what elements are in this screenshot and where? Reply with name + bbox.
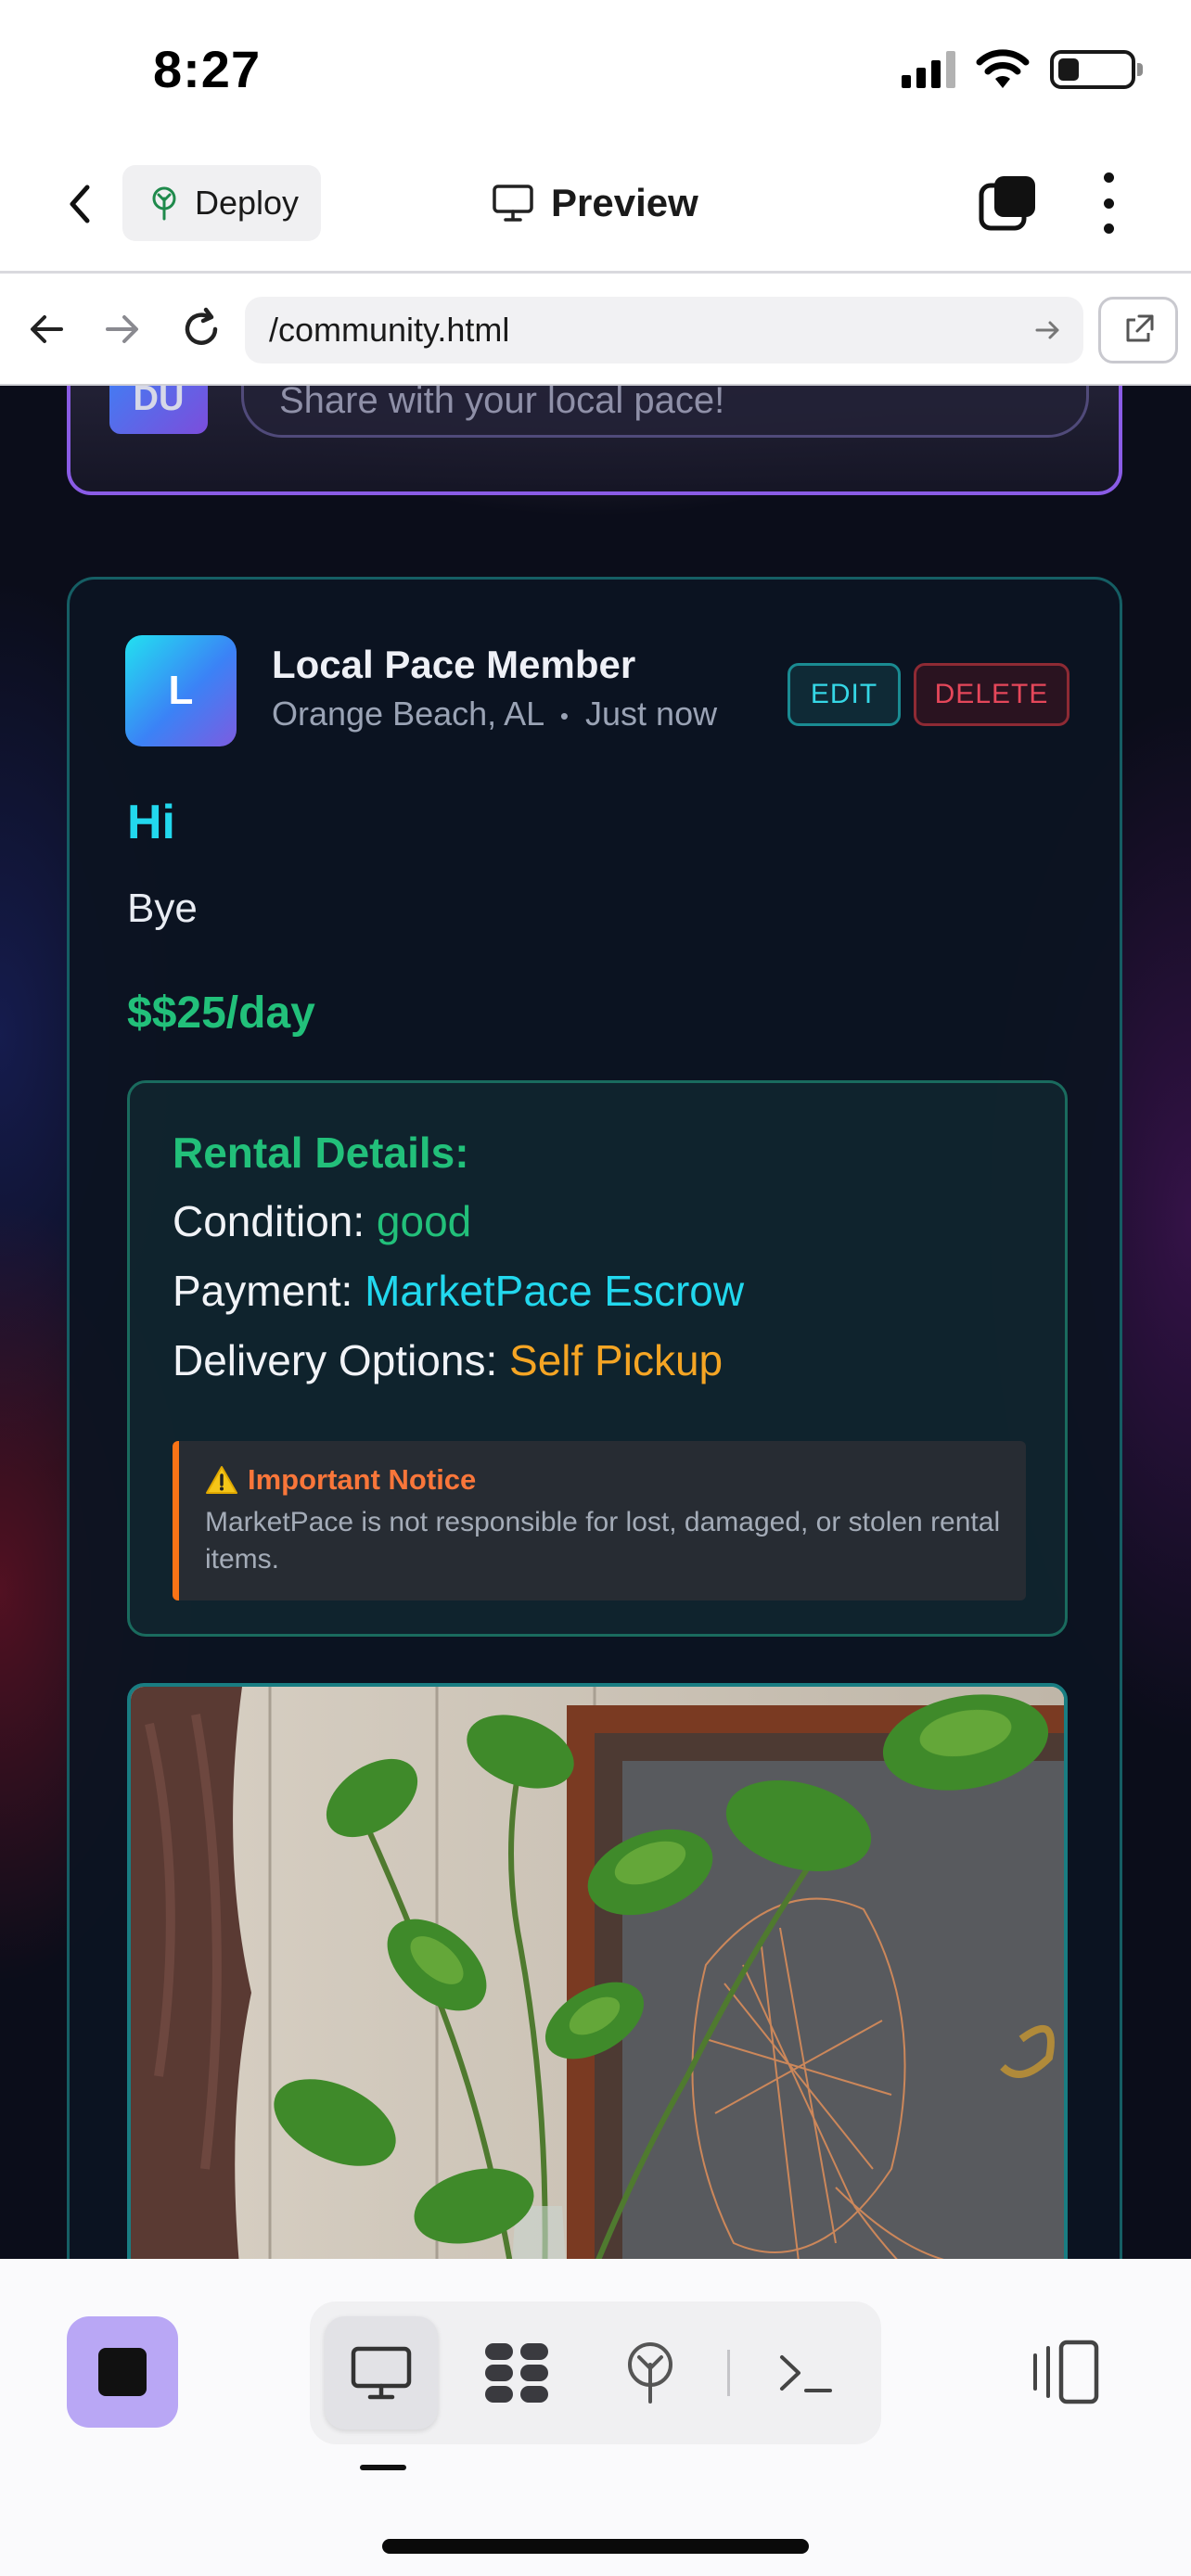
rental-details: Rental Details: Condition: good Payment:… bbox=[127, 1080, 1068, 1637]
url-text: /community.html bbox=[269, 311, 510, 349]
delete-button[interactable]: DELETE bbox=[914, 663, 1069, 726]
deploy-label: Deploy bbox=[195, 184, 300, 222]
condition-label: Condition: bbox=[173, 1197, 365, 1245]
share-placeholder: Share with your local pace! bbox=[279, 386, 725, 421]
status-icons bbox=[902, 48, 1143, 91]
plant-photo-image bbox=[131, 1687, 1064, 2259]
post-time: Just now bbox=[585, 695, 718, 733]
condition-row: Condition: good bbox=[173, 1196, 471, 1246]
post-body: Bye bbox=[127, 886, 198, 931]
battery-icon bbox=[1050, 50, 1143, 89]
status-time: 8:27 bbox=[153, 40, 262, 98]
preview-label: Preview bbox=[551, 181, 698, 224]
home-indicator bbox=[382, 2539, 809, 2554]
top-toolbar: Deploy Preview bbox=[0, 139, 1191, 274]
share-input[interactable]: Share with your local pace! bbox=[241, 386, 1089, 438]
delete-label: DELETE bbox=[934, 679, 1049, 709]
meta-separator: • bbox=[559, 701, 569, 730]
bottom-toolbar bbox=[0, 2259, 1191, 2576]
split-view-icon[interactable] bbox=[1030, 2335, 1104, 2409]
external-link-icon bbox=[1126, 314, 1154, 342]
cellular-signal-icon bbox=[902, 51, 955, 88]
post-photo[interactable] bbox=[127, 1683, 1068, 2259]
tabs-icon[interactable] bbox=[978, 172, 1039, 234]
deploy-icon bbox=[152, 186, 176, 221]
author-meta: Orange Beach, AL • Just now bbox=[272, 695, 717, 733]
open-external-button[interactable] bbox=[1098, 297, 1178, 363]
stop-button[interactable] bbox=[67, 2316, 178, 2428]
deploy-button[interactable]: Deploy bbox=[122, 165, 321, 241]
post-location: Orange Beach, AL bbox=[272, 695, 544, 733]
web-content: DU Share with your local pace! L Local P… bbox=[0, 386, 1191, 2259]
avatar: DU bbox=[109, 386, 208, 434]
avatar: L bbox=[125, 635, 237, 746]
preview-title[interactable]: Preview bbox=[492, 174, 698, 232]
tab-deploy[interactable] bbox=[594, 2316, 707, 2429]
browser-forward-icon[interactable] bbox=[98, 306, 145, 352]
view-switcher bbox=[310, 2302, 881, 2444]
active-tab-indicator bbox=[360, 2465, 406, 2470]
notice-title-row: Important Notice bbox=[205, 1463, 476, 1497]
reload-icon[interactable] bbox=[178, 306, 224, 352]
stop-icon bbox=[98, 2348, 147, 2396]
avatar-initials: DU bbox=[133, 386, 185, 418]
tab-preview[interactable] bbox=[325, 2316, 438, 2429]
segment-divider bbox=[727, 2350, 730, 2396]
deploy-icon bbox=[628, 2342, 672, 2404]
delivery-row: Delivery Options: Self Pickup bbox=[173, 1335, 723, 1385]
payment-label: Payment: bbox=[173, 1267, 353, 1315]
delivery-label: Delivery Options: bbox=[173, 1336, 498, 1384]
back-chevron-icon[interactable] bbox=[56, 176, 102, 232]
tab-console[interactable] bbox=[749, 2316, 863, 2429]
monitor-icon bbox=[351, 2346, 412, 2400]
notice-title: Important Notice bbox=[248, 1463, 477, 1496]
notice-text: MarketPace is not responsible for lost, … bbox=[205, 1507, 1001, 1575]
url-input[interactable]: /community.html bbox=[245, 297, 1083, 363]
rental-details-heading: Rental Details: bbox=[173, 1129, 469, 1177]
monitor-icon bbox=[493, 185, 533, 222]
tab-workspace[interactable] bbox=[460, 2316, 573, 2429]
wifi-icon bbox=[976, 49, 1030, 88]
more-menu-icon[interactable] bbox=[1095, 172, 1122, 234]
post-price: $$25/day bbox=[127, 988, 315, 1038]
payment-row: Payment: MarketPace Escrow bbox=[173, 1266, 744, 1316]
edit-label: EDIT bbox=[810, 679, 878, 709]
delivery-value: Self Pickup bbox=[509, 1336, 724, 1384]
warning-icon bbox=[206, 1466, 237, 1494]
go-arrow-icon[interactable] bbox=[1033, 315, 1063, 345]
condition-value: good bbox=[376, 1197, 472, 1245]
avatar-letter: L bbox=[168, 668, 194, 713]
payment-value: MarketPace Escrow bbox=[365, 1267, 745, 1315]
terminal-icon bbox=[780, 2355, 832, 2392]
author-name: Local Pace Member bbox=[272, 643, 636, 686]
post-card: L Local Pace Member Orange Beach, AL • J… bbox=[67, 577, 1122, 2259]
post-title: Hi bbox=[127, 796, 175, 849]
blocks-icon bbox=[485, 2343, 548, 2403]
edit-button[interactable]: EDIT bbox=[788, 663, 901, 726]
post-composer: DU Share with your local pace! bbox=[67, 386, 1122, 495]
browser-back-icon[interactable] bbox=[24, 306, 70, 352]
status-bar: 8:27 bbox=[0, 0, 1191, 139]
browser-url-bar: /community.html bbox=[0, 276, 1191, 386]
important-notice: Important Notice MarketPace is not respo… bbox=[173, 1441, 1026, 1600]
